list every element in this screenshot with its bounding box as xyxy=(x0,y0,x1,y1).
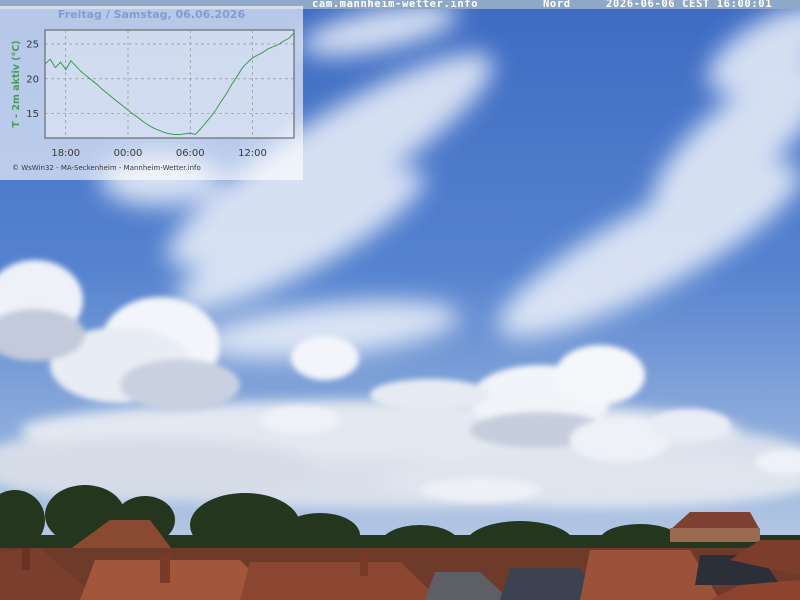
timestamp: 2026-06-06 CEST 16:00:01 xyxy=(606,0,773,10)
x-tick-label: 18:00 xyxy=(51,148,80,159)
y-tick-label: 25 xyxy=(26,39,39,50)
camera-direction: Nord xyxy=(543,0,571,10)
temperature-chart-overlay: Freitag / Samstag, 06.06.2026 15 20 25 18:0… xyxy=(0,6,303,180)
site-name: cam.mannheim-wetter.info xyxy=(312,0,479,10)
x-tick-label: 00:00 xyxy=(114,148,143,159)
x-tick-label: 06:00 xyxy=(176,148,205,159)
y-tick-label: 20 xyxy=(26,74,39,85)
x-tick-label: 12:00 xyxy=(238,148,267,159)
y-tick-label: 15 xyxy=(26,109,39,120)
y-axis-title: T - 2m aktiv (°C) xyxy=(11,40,22,127)
plot-area xyxy=(44,29,295,139)
temperature-chart: 15 20 25 18:00 00:00 06:00 12:00 T - 2m aktiv (… xyxy=(11,29,295,159)
chart-credit: © WsWin32 - MA-Seckenheim - Mannheim-Wet… xyxy=(12,164,201,172)
